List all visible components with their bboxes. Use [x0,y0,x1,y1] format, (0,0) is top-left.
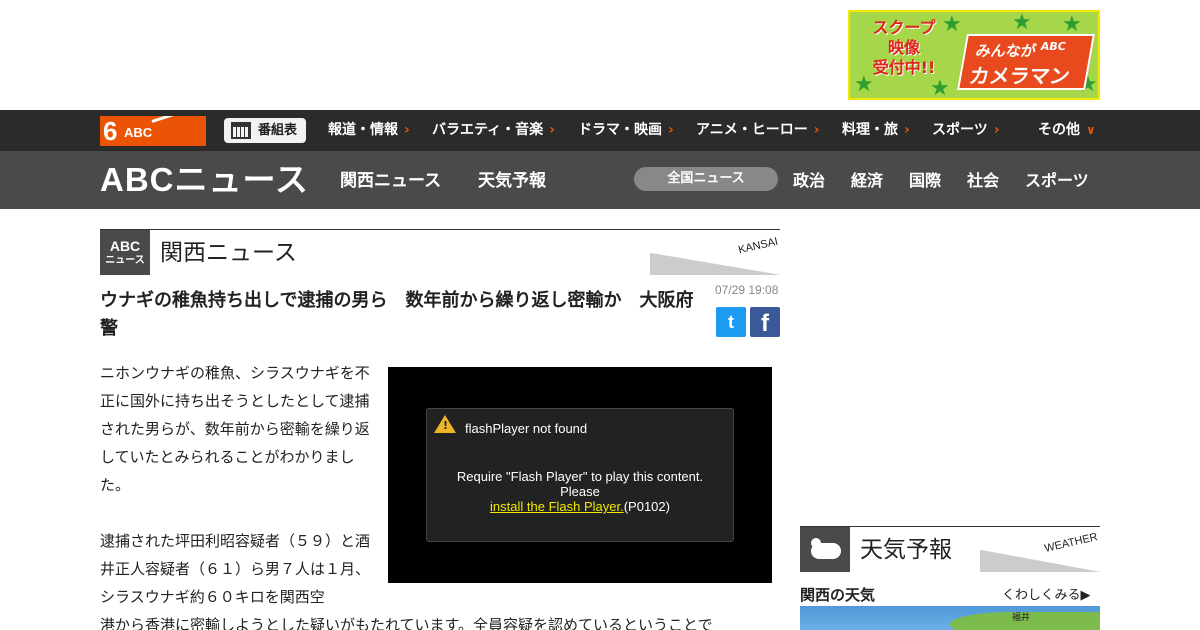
nav-national-news-button[interactable]: 全国ニュース [634,167,778,191]
nav-item-drama[interactable]: ドラマ・映画 › [578,110,674,151]
chevron-right-icon: › [404,122,410,138]
kansai-weather-heading: 関西の天気 [800,586,876,604]
nav-label: スポーツ [932,122,988,138]
ad-uketsuke: 受付中!! [872,58,936,77]
twitter-share-button[interactable]: t [716,307,746,337]
article-date: 07/29 19:08 [715,283,779,297]
abc-news-badge: ABC ニュース [100,230,150,275]
ad-cameraman: カメラマン [967,64,1072,88]
weather-title: 天気予報 [860,537,952,563]
section-title: 関西ニュース [160,240,297,266]
chevron-right-icon: › [993,122,1000,138]
ad-cameraman-logo: みんなが ABC カメラマン [957,34,1095,90]
abc-6ch-logo[interactable]: 6 ABC [100,116,206,146]
nav-item-news[interactable]: 報道・情報 › [328,110,410,151]
facebook-share-button[interactable]: f [750,307,780,337]
flash-error-message: Require "Flash Player" to play this cont… [427,469,733,514]
nav-society[interactable]: 社会 [967,151,999,209]
header-wedge [650,253,780,275]
nav-politics[interactable]: 政治 [793,151,825,209]
header-wedge [980,550,1100,572]
nav-label: 報道・情報 [328,122,398,138]
nav-label: その他 [1038,122,1080,138]
flash-msg-line2: Please [560,484,600,499]
calendar-icon [231,122,251,139]
chevron-right-icon: › [549,122,555,138]
logo-stripe [151,116,206,123]
weather-more-link[interactable]: くわしくみる▶ [1002,584,1091,603]
warning-icon: ! [434,415,456,433]
twitter-icon: t [728,312,734,332]
article-paragraph: 港から香港に密輸しようとした疑いがもたれています。全員容疑を認めているということ… [100,616,713,630]
badge-news: ニュース [105,255,145,266]
star-icon: ★ [930,76,950,100]
nav-item-variety[interactable]: バラエティ・音楽 › [432,110,555,151]
nav-label: 料理・旅 [842,122,898,138]
ad-scoop-text: スクープ 映像 受付中!! [860,18,948,78]
article-headline: ウナギの稚魚持ち出しで逮捕の男ら 数年前から繰り返し密輸か 大阪府警 [100,290,694,339]
ad-banner[interactable]: ★ ★ ★ ★ ★ ★ スクープ 映像 受付中!! みんなが ABC カメラマン [848,10,1100,100]
weather-header: 天気予報 WEATHER [800,526,1100,572]
nav-item-other[interactable]: その他 ∨ [1038,110,1096,151]
weather-map[interactable]: 福井 [800,606,1100,630]
article-paragraph: ニホンウナギの稚魚、シラスウナギを不正に国外に持ち出そうとしたとして逮捕された男… [100,364,370,494]
chevron-right-icon: › [904,122,910,138]
error-code: (P0102) [623,499,670,514]
chevron-right-icon: › [668,122,674,138]
star-icon: ★ [1012,10,1032,35]
abc-news-logo[interactable]: ABCニュース [100,151,309,209]
map-city-label: 福井 [1012,613,1031,623]
video-player[interactable]: ! flashPlayer not found Require "Flash P… [388,367,772,583]
nav-label: ドラマ・映画 [578,122,662,138]
bangumi-button[interactable]: 番組表 [224,118,306,143]
weather-badge [800,527,850,572]
article-paragraph: 逮捕された坪田利昭容疑者（５９）と酒井正人容疑者（６１）ら男７人は１月、シラスウ… [100,532,371,606]
chevron-down-icon: ∨ [1086,123,1096,137]
nav-international[interactable]: 国際 [909,151,941,209]
star-icon: ★ [1062,12,1082,37]
badge-abc: ABC [109,238,141,254]
nav-item-anime[interactable]: アニメ・ヒーロー › [696,110,820,151]
nav-label: バラエティ・音楽 [432,122,544,138]
facebook-icon: f [761,310,769,337]
nav-item-sports[interactable]: スポーツ › [932,110,1000,151]
flash-msg-line1: Require "Flash Player" to play this cont… [456,469,704,484]
flash-error-dialog: ! flashPlayer not found Require "Flash P… [426,408,734,542]
logo-number: 6 [103,116,118,146]
kansai-news-header: ABC ニュース 関西ニュース KANSAI [100,229,780,275]
logo-abc: ABC [124,125,153,140]
nav-label: アニメ・ヒーロー [696,122,808,138]
bangumi-label: 番組表 [258,123,298,138]
flash-msg-line3: install the Flash Player.(P0102) [427,499,733,514]
cloud-icon [811,543,841,559]
flash-error-title: flashPlayer not found [465,421,588,436]
nav-item-cooking[interactable]: 料理・旅 › [842,110,910,151]
ad-abc: ABC [1039,40,1067,53]
ad-eizo: 映像 [887,38,920,57]
nav-economy[interactable]: 経済 [851,151,883,209]
ad-scoop: スクープ [872,18,936,37]
nav-weather[interactable]: 天気予報 [478,151,546,209]
nav-kansai-news[interactable]: 関西ニュース [340,151,441,209]
chevron-right-icon: › [813,122,820,138]
page: ★ ★ ★ ★ ★ ★ スクープ 映像 受付中!! みんなが ABC カメラマン… [0,0,1200,630]
nav-sports-news[interactable]: スポーツ [1025,151,1089,209]
install-flash-link[interactable]: install the Flash Player. [490,499,624,514]
ad-minnaga: みんなが [974,42,1038,60]
